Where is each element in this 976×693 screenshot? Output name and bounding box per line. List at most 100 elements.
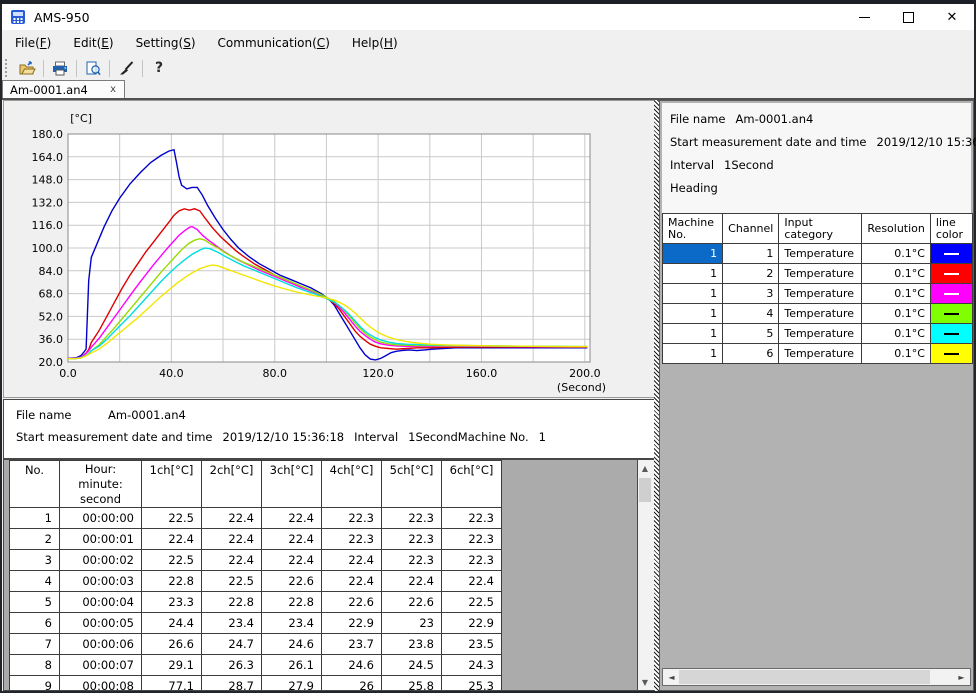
machine-no-cell[interactable]: 1 bbox=[663, 264, 723, 284]
resolution-cell[interactable]: 0.1°C bbox=[862, 264, 930, 284]
row-value[interactable]: 22.4 bbox=[202, 508, 262, 529]
row-value[interactable]: 22.8 bbox=[202, 592, 262, 613]
row-value[interactable]: 22.8 bbox=[262, 592, 322, 613]
input-category-cell[interactable]: Temperature bbox=[779, 304, 862, 324]
row-value[interactable]: 23 bbox=[382, 613, 442, 634]
row-value[interactable]: 29.1 bbox=[142, 655, 202, 676]
row-time[interactable]: 00:00:06 bbox=[60, 634, 142, 655]
row-value[interactable]: 22.3 bbox=[382, 508, 442, 529]
row-value[interactable]: 25.3 bbox=[442, 676, 502, 692]
row-value[interactable]: 22.5 bbox=[202, 571, 262, 592]
row-value[interactable]: 22.4 bbox=[262, 529, 322, 550]
row-value[interactable]: 22.3 bbox=[442, 508, 502, 529]
resolution-cell[interactable]: 0.1°C bbox=[862, 344, 930, 364]
line-color-cell[interactable] bbox=[930, 304, 972, 324]
help-button[interactable]: ? bbox=[146, 57, 172, 79]
channel-cell[interactable]: 1 bbox=[723, 244, 779, 264]
row-value[interactable]: 28.7 bbox=[202, 676, 262, 692]
row-time[interactable]: 00:00:03 bbox=[60, 571, 142, 592]
machine-no-cell[interactable]: 1 bbox=[663, 304, 723, 324]
row-value[interactable]: 22.4 bbox=[442, 571, 502, 592]
scroll-left-button[interactable]: ◄ bbox=[664, 669, 679, 685]
resolution-cell[interactable]: 0.1°C bbox=[862, 244, 930, 264]
channel-cell[interactable]: 3 bbox=[723, 284, 779, 304]
line-color-cell[interactable] bbox=[930, 244, 972, 264]
row-time[interactable]: 00:00:04 bbox=[60, 592, 142, 613]
h-scroll-thumb[interactable] bbox=[679, 670, 930, 684]
row-value[interactable]: 22.3 bbox=[322, 529, 382, 550]
menu-item-edit[interactable]: Edit(E) bbox=[64, 32, 122, 54]
row-time[interactable]: 00:00:02 bbox=[60, 550, 142, 571]
row-value[interactable]: 22.4 bbox=[262, 550, 322, 571]
machine-no-cell[interactable]: 1 bbox=[663, 244, 723, 264]
row-value[interactable]: 22.4 bbox=[202, 529, 262, 550]
menu-item-file[interactable]: File(F) bbox=[6, 32, 60, 54]
line-color-cell[interactable] bbox=[930, 264, 972, 284]
channel-cell[interactable]: 4 bbox=[723, 304, 779, 324]
print-button[interactable] bbox=[47, 57, 73, 79]
menu-item-setting[interactable]: Setting(S) bbox=[127, 32, 205, 54]
row-value[interactable]: 22.3 bbox=[442, 550, 502, 571]
row-value[interactable]: 22.4 bbox=[322, 550, 382, 571]
input-category-cell[interactable]: Temperature bbox=[779, 244, 862, 264]
row-value[interactable]: 24.7 bbox=[202, 634, 262, 655]
tab-am-0001[interactable]: Am-0001.an4 x bbox=[2, 80, 125, 98]
horizontal-scrollbar[interactable]: ◄ ► bbox=[662, 668, 971, 686]
menu-item-help[interactable]: Help(H) bbox=[343, 32, 407, 54]
input-category-cell[interactable]: Temperature bbox=[779, 344, 862, 364]
row-no[interactable]: 4 bbox=[10, 571, 60, 592]
row-value[interactable]: 26.3 bbox=[202, 655, 262, 676]
row-time[interactable]: 00:00:07 bbox=[60, 655, 142, 676]
menu-item-communication[interactable]: Communication(C) bbox=[209, 32, 339, 54]
row-value[interactable]: 24.5 bbox=[382, 655, 442, 676]
line-color-cell[interactable] bbox=[930, 344, 972, 364]
minimize-button[interactable] bbox=[842, 4, 886, 30]
toolbar-gripper[interactable] bbox=[5, 59, 10, 77]
row-value[interactable]: 22.9 bbox=[322, 613, 382, 634]
channel-cell[interactable]: 2 bbox=[723, 264, 779, 284]
vertical-scrollbar[interactable]: ▲ ▼ bbox=[637, 459, 655, 691]
row-value[interactable]: 23.5 bbox=[442, 634, 502, 655]
row-time[interactable]: 00:00:05 bbox=[60, 613, 142, 634]
row-value[interactable]: 26.1 bbox=[262, 655, 322, 676]
row-no[interactable]: 6 bbox=[10, 613, 60, 634]
row-no[interactable]: 8 bbox=[10, 655, 60, 676]
row-value[interactable]: 22.8 bbox=[142, 571, 202, 592]
resolution-cell[interactable]: 0.1°C bbox=[862, 304, 930, 324]
resolution-cell[interactable]: 0.1°C bbox=[862, 284, 930, 304]
scroll-up-button[interactable]: ▲ bbox=[638, 460, 652, 476]
row-value[interactable]: 22.3 bbox=[382, 550, 442, 571]
machine-no-cell[interactable]: 1 bbox=[663, 324, 723, 344]
print-preview-button[interactable] bbox=[80, 57, 106, 79]
line-color-cell[interactable] bbox=[930, 284, 972, 304]
row-value[interactable]: 23.8 bbox=[382, 634, 442, 655]
row-time[interactable]: 00:00:00 bbox=[60, 508, 142, 529]
scroll-right-button[interactable]: ► bbox=[954, 669, 969, 685]
row-value[interactable]: 27.9 bbox=[262, 676, 322, 692]
input-category-cell[interactable]: Temperature bbox=[779, 284, 862, 304]
channel-cell[interactable]: 5 bbox=[723, 324, 779, 344]
row-value[interactable]: 23.3 bbox=[142, 592, 202, 613]
open-file-button[interactable] bbox=[14, 57, 40, 79]
row-value[interactable]: 25.8 bbox=[382, 676, 442, 692]
row-no[interactable]: 7 bbox=[10, 634, 60, 655]
row-value[interactable]: 22.6 bbox=[382, 592, 442, 613]
row-no[interactable]: 1 bbox=[10, 508, 60, 529]
line-color-cell[interactable] bbox=[930, 324, 972, 344]
row-time[interactable]: 00:00:01 bbox=[60, 529, 142, 550]
channel-cell[interactable]: 6 bbox=[723, 344, 779, 364]
row-value[interactable]: 22.5 bbox=[142, 550, 202, 571]
row-value[interactable]: 23.4 bbox=[262, 613, 322, 634]
input-category-cell[interactable]: Temperature bbox=[779, 324, 862, 344]
row-value[interactable]: 22.5 bbox=[442, 592, 502, 613]
row-value[interactable]: 22.4 bbox=[382, 571, 442, 592]
row-value[interactable]: 22.5 bbox=[142, 508, 202, 529]
row-value[interactable]: 22.3 bbox=[322, 508, 382, 529]
row-no[interactable]: 3 bbox=[10, 550, 60, 571]
scroll-down-button[interactable]: ▼ bbox=[638, 674, 652, 690]
row-no[interactable]: 9 bbox=[10, 676, 60, 692]
row-value[interactable]: 77.1 bbox=[142, 676, 202, 692]
row-time[interactable]: 00:00:08 bbox=[60, 676, 142, 692]
row-value[interactable]: 24.4 bbox=[142, 613, 202, 634]
row-value[interactable]: 23.4 bbox=[202, 613, 262, 634]
